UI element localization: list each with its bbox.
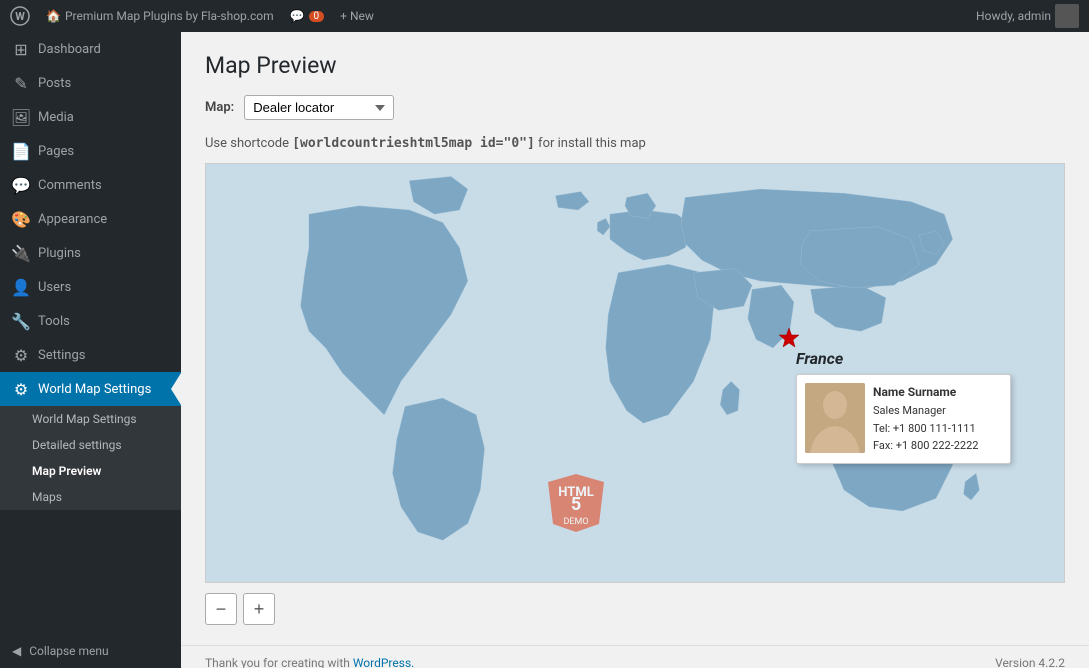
- settings-icon: ⚙: [12, 346, 30, 364]
- submenu-detailed-settings[interactable]: Detailed settings: [0, 432, 181, 458]
- version-text: Version 4.2.2: [995, 656, 1065, 668]
- map-selector-row: Map: Dealer locator: [205, 95, 1065, 120]
- new-content-button[interactable]: + New: [340, 9, 374, 23]
- main-layout: ⊞ Dashboard ✎ Posts 🖼 Media 📄 Pages 💬 Co…: [0, 32, 1089, 668]
- pages-icon: 📄: [12, 142, 30, 160]
- html5-badge: HTML 5 DEMO: [546, 472, 606, 532]
- svg-text:DEMO: DEMO: [563, 517, 588, 527]
- sidebar-item-appearance[interactable]: 🎨 Appearance: [0, 202, 181, 236]
- svg-text:W: W: [15, 10, 25, 23]
- sidebar-item-settings[interactable]: ⚙ Settings: [0, 338, 181, 372]
- content-inner: Map Preview Map: Dealer locator Use shor…: [181, 32, 1089, 645]
- submenu-maps[interactable]: Maps: [0, 484, 181, 510]
- tools-icon: 🔧: [12, 312, 30, 330]
- collapse-menu-button[interactable]: ◀ Collapse menu: [0, 634, 181, 668]
- popup-text: Name Surname Sales Manager Tel: +1 800 1…: [873, 383, 978, 455]
- zoom-out-button[interactable]: −: [205, 593, 237, 625]
- collapse-icon: ◀: [12, 644, 21, 658]
- sidebar: ⊞ Dashboard ✎ Posts 🖼 Media 📄 Pages 💬 Co…: [0, 32, 181, 668]
- content-footer: Thank you for creating with WordPress. V…: [181, 645, 1089, 668]
- comments-link[interactable]: 💬 0: [290, 9, 325, 23]
- page-title: Map Preview: [205, 52, 1065, 79]
- content-area: Map Preview Map: Dealer locator Use shor…: [181, 32, 1089, 668]
- shortcode-text: Use shortcode [worldcountrieshtml5map id…: [205, 136, 1065, 151]
- info-popup: Name Surname Sales Manager Tel: +1 800 1…: [796, 374, 1011, 464]
- sidebar-item-media[interactable]: 🖼 Media: [0, 100, 181, 134]
- popup-photo: [805, 383, 865, 453]
- sidebar-item-pages[interactable]: 📄 Pages: [0, 134, 181, 168]
- svg-text:5: 5: [571, 494, 581, 515]
- media-icon: 🖼: [12, 108, 30, 126]
- sidebar-item-plugins[interactable]: 🔌 Plugins: [0, 236, 181, 270]
- wp-logo[interactable]: W: [10, 6, 30, 26]
- sidebar-item-comments[interactable]: 💬 Comments: [0, 168, 181, 202]
- user-avatar: [1055, 4, 1079, 28]
- wordpress-link[interactable]: WordPress.: [353, 656, 414, 668]
- home-icon: 🏠: [46, 9, 61, 23]
- map-select[interactable]: Dealer locator: [244, 95, 394, 120]
- submenu-world-map-settings[interactable]: World Map Settings: [0, 406, 181, 432]
- comments-icon: 💬: [12, 176, 30, 194]
- footer-text: Thank you for creating with WordPress.: [205, 656, 414, 668]
- sidebar-item-users[interactable]: 👤 Users: [0, 270, 181, 304]
- users-icon: 👤: [12, 278, 30, 296]
- map-container[interactable]: France Name Surname Sales: [205, 163, 1065, 583]
- zoom-in-button[interactable]: +: [243, 593, 275, 625]
- sidebar-item-world-map[interactable]: ⚙ World Map Settings: [0, 372, 181, 406]
- sidebar-item-tools[interactable]: 🔧 Tools: [0, 304, 181, 338]
- world-map-svg: [206, 164, 1064, 582]
- site-name[interactable]: 🏠 Premium Map Plugins by Fla-shop.com: [46, 9, 274, 23]
- france-marker: [778, 327, 798, 347]
- sidebar-item-dashboard[interactable]: ⊞ Dashboard: [0, 32, 181, 66]
- howdy-user[interactable]: Howdy, admin: [976, 4, 1079, 28]
- france-label: France: [796, 349, 843, 368]
- admin-bar: W 🏠 Premium Map Plugins by Fla-shop.com …: [0, 0, 1089, 32]
- world-map-icon: ⚙: [12, 380, 30, 398]
- map-label: Map:: [205, 100, 234, 115]
- world-map-submenu: World Map Settings Detailed settings Map…: [0, 406, 181, 510]
- dashboard-icon: ⊞: [12, 40, 30, 58]
- submenu-map-preview[interactable]: Map Preview: [0, 458, 181, 484]
- plugins-icon: 🔌: [12, 244, 30, 262]
- sidebar-item-posts[interactable]: ✎ Posts: [0, 66, 181, 100]
- map-controls: − +: [205, 593, 1065, 625]
- appearance-icon: 🎨: [12, 210, 30, 228]
- comment-icon: 💬: [290, 9, 305, 23]
- posts-icon: ✎: [12, 74, 30, 92]
